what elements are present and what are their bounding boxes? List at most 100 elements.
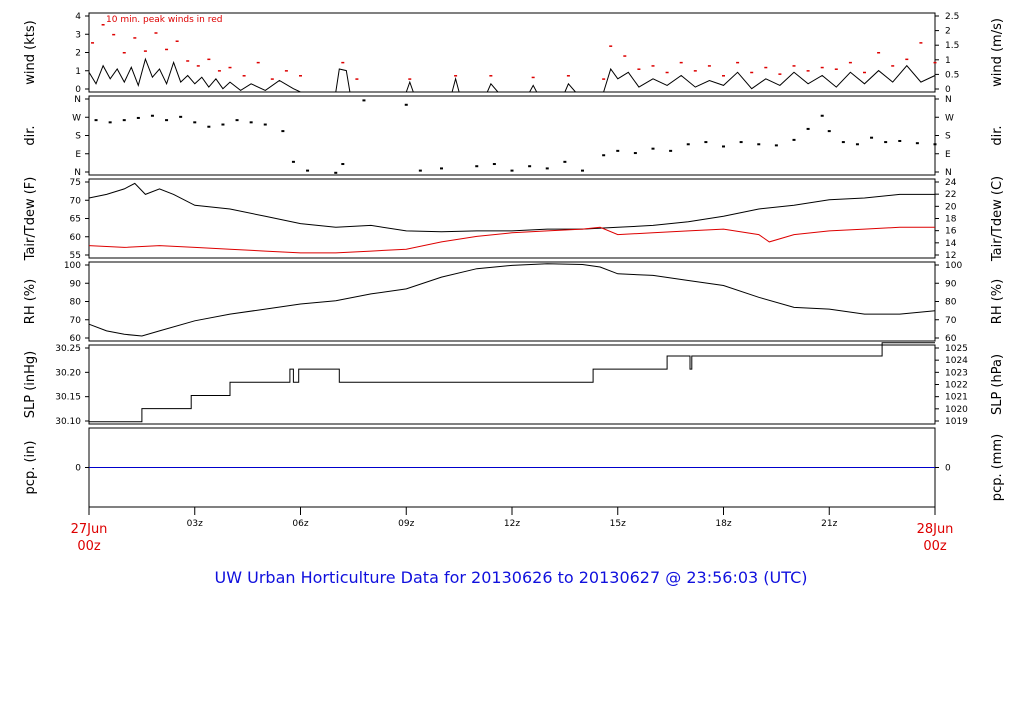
dir-series-point [915,142,919,145]
dir-left-tick-label: N [74,168,81,178]
dir-series-point [207,125,211,128]
dir-series-point [669,149,673,152]
wind-peak-mark [750,71,754,74]
dir-series-point [334,171,338,174]
dir-left-tick-label: S [75,132,81,142]
rh-right-axis-label: RH (%) [990,279,1005,324]
wind-peak-mark [877,52,881,54]
wind-series-line-0 [88,57,936,93]
dir-series-point [739,141,743,144]
temp-panel-frame [88,178,936,259]
dir-series-point [686,143,690,146]
wind-peak-mark [207,58,211,61]
wind-peak-mark [834,68,838,70]
wind-peak-mark [722,75,725,77]
wind-peak-mark [848,61,852,64]
slp-left-tick-label: 30.25 [55,344,81,354]
dir-series-point [528,165,532,168]
wind-peak-mark [284,70,288,72]
x-start-time: 00z [77,539,101,554]
slp-right-tick-label: 1021 [945,393,968,403]
dir-series-point [870,136,874,139]
wind-peak-mark [792,65,796,67]
wind-peak-mark [101,24,105,26]
wind-peak-mark [355,78,359,80]
slp-series-line-0 [89,342,935,423]
dir-right-tick-label: N [945,95,952,105]
wind-peak-mark [196,65,200,67]
x-tick-label: 09z [398,519,414,529]
x-tick-label: 18z [715,519,731,529]
slp-left-tick-label: 30.10 [55,417,81,427]
dir-series-point [94,119,98,122]
dir-series-point [792,138,796,141]
wind-peak-mark [863,71,866,74]
x-tick-label: 21z [821,519,837,529]
dir-series-point [235,119,239,122]
dir-series-point [418,169,422,172]
slp-right-tick-label: 1020 [945,405,968,415]
dir-series-point [362,99,366,102]
dir-left-tick-label: E [75,150,81,160]
wind-peak-mark [623,55,627,57]
dir-series-point [341,163,345,166]
wind-peak-mark [693,70,697,72]
wind-left-tick-label: 3 [75,30,81,40]
dir-series-point [108,121,112,124]
wind-peak-mark [531,76,535,79]
wind-peak-mark [933,61,937,64]
dir-right-tick-label: E [945,150,951,160]
slp-right-axis-label: SLP (hPa) [990,354,1005,415]
rh-left-tick-label: 100 [64,261,81,271]
wind-peak-mark [299,75,302,77]
slp-right-tick-label: 1025 [945,344,968,354]
dir-left-axis-label: dir. [23,125,38,145]
temp-left-tick-label: 70 [70,196,82,206]
wind-left-tick-label: 0 [75,85,81,95]
pcp-left-tick-label: 0 [75,464,81,474]
wind-peak-mark [256,61,260,64]
dir-right-tick-label: W [945,113,954,123]
temp-right-tick-label: 22 [945,190,956,200]
dir-series-point [841,141,845,144]
wind-peak-mark [651,65,655,67]
rh-left-tick-label: 90 [70,279,82,289]
wind-peak-mark [489,75,493,77]
wind-peak-mark [891,65,895,67]
slp-left-tick-label: 30.15 [55,393,81,403]
dir-series-point [440,167,443,170]
slp-left-tick-label: 30.20 [55,368,81,378]
dir-series-point [898,139,902,142]
wind-peak-mark [806,70,810,72]
wind-peak-mark [820,66,824,69]
dir-series-point [136,116,140,119]
x-start-date: 27Jun [71,522,108,537]
wind-right-tick-label: 0.5 [945,70,959,80]
pcp-left-axis-label: pcp. (in) [23,441,38,495]
rh-right-tick-label: 70 [945,316,957,326]
dir-series-point [616,149,620,152]
wind-right-tick-label: 2.5 [945,12,959,22]
slp-panel-frame [88,344,936,425]
wind-peak-mark [919,42,923,44]
temp-right-tick-label: 12 [945,251,956,261]
rh-right-tick-label: 90 [945,279,957,289]
wind-peak-mark [408,78,412,80]
dir-series-point [827,130,831,133]
wind-right-tick-label: 0 [945,85,951,95]
dir-series-point [249,121,253,124]
wind-peak-mark [143,50,147,52]
temp-series-line-tair [88,182,935,233]
slp-right-tick-label: 1019 [945,417,968,427]
wind-right-tick-label: 1.5 [945,41,959,51]
x-tick-label: 12z [504,519,520,529]
temp-right-axis-label: Tair/Tdew (C) [990,176,1005,262]
rh-left-tick-label: 70 [70,316,82,326]
wind-peak-mark [602,78,606,80]
wind-peak-mark [112,33,116,36]
wind-peak-mark [764,66,768,69]
wind-peak-mark [228,66,232,69]
dir-right-tick-label: N [945,168,952,178]
wind-peak-mark [905,58,909,61]
temp-left-axis-label: Tair/Tdew (F) [23,177,38,262]
